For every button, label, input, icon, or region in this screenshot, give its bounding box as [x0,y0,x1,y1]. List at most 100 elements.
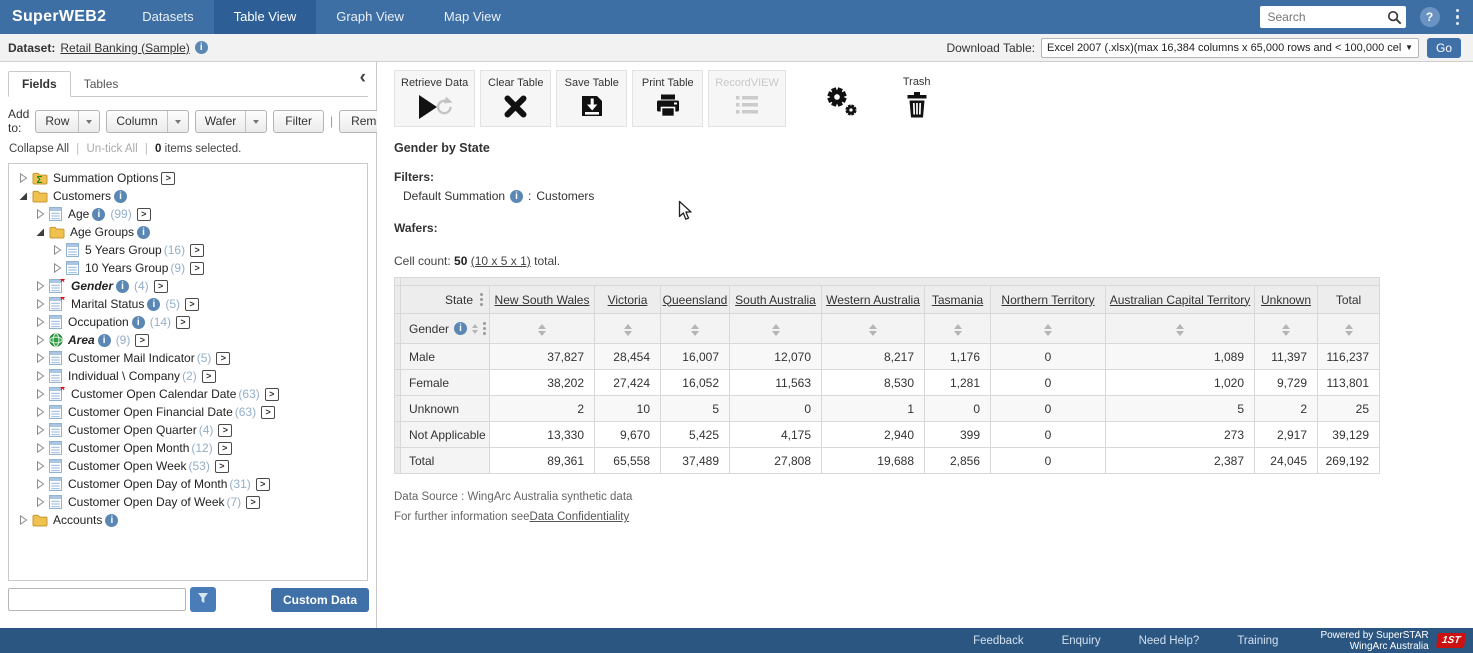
clear-table-button[interactable]: Clear Table [480,70,551,127]
field-action-icon[interactable]: > [218,442,232,455]
field-action-icon[interactable]: > [190,244,204,257]
info-icon[interactable]: i [92,208,105,221]
gender-info-icon[interactable]: i [454,322,467,335]
add-to-row-button[interactable]: Row [35,110,100,133]
expand-node-icon[interactable] [34,461,46,471]
tree-node-label[interactable]: Age [68,207,89,221]
cell-menu-icon[interactable] [483,322,486,335]
column-header-unknown[interactable]: Unknown [1255,286,1318,314]
expand-node-icon[interactable] [34,353,46,363]
tree-node-label[interactable]: Age Groups [70,225,134,239]
tree-node-label[interactable]: Customer Open Financial Date [68,405,233,419]
sort-toggle-icon[interactable] [869,320,877,340]
untick-all-link[interactable]: Un-tick All [87,143,138,155]
tree-node-label[interactable]: Gender [71,279,113,293]
column-header-victoria[interactable]: Victoria [595,286,661,314]
print-table-button[interactable]: Print Table [632,70,703,127]
field-action-icon[interactable]: > [190,262,204,275]
tree-node-label[interactable]: Occupation [68,315,129,329]
expand-node-icon[interactable] [34,371,46,381]
expand-node-icon[interactable] [34,299,46,309]
sort-toggle-icon[interactable] [772,320,780,340]
tree-node-label[interactable]: Customer Open Day of Month [68,477,227,491]
search-icon[interactable] [1384,10,1406,25]
field-action-icon[interactable]: > [265,388,279,401]
expand-node-icon[interactable] [51,263,63,273]
collapse-node-icon[interactable] [34,227,46,237]
expand-node-icon[interactable] [34,425,46,435]
help-icon[interactable]: ? [1420,7,1440,27]
sort-toggle-icon[interactable] [1044,320,1052,340]
sort-toggle-icon[interactable] [1176,320,1184,340]
summation-info-icon[interactable]: i [510,190,523,203]
expand-node-icon[interactable] [34,335,46,345]
collapse-node-icon[interactable] [17,191,29,201]
save-table-button[interactable]: Save Table [556,70,627,127]
nav-tab-datasets[interactable]: Datasets [122,0,213,34]
column-header-western-australia[interactable]: Western Australia [822,286,925,314]
table-options-gear-icon[interactable] [823,84,859,120]
footer-link-feedback[interactable]: Feedback [973,635,1024,647]
go-button[interactable]: Go [1427,38,1461,58]
nav-tab-table-view[interactable]: Table View [214,0,317,34]
tree-node-label[interactable]: 10 Years Group [85,261,168,275]
overflow-menu-icon[interactable] [1450,0,1473,34]
data-confidentiality-link[interactable]: Data Confidentiality [530,511,630,523]
field-action-icon[interactable]: > [246,496,260,509]
retrieve-data-button[interactable]: Retrieve Data [394,70,475,127]
expand-node-icon[interactable] [34,317,46,327]
expand-node-icon[interactable] [17,515,29,525]
tab-fields[interactable]: Fields [8,71,71,97]
nav-tab-graph-view[interactable]: Graph View [316,0,424,34]
tree-node-label[interactable]: Customers [53,189,111,203]
add-to-column-button[interactable]: Column [106,110,188,133]
dataset-info-icon[interactable]: i [195,41,208,54]
sort-toggle-icon[interactable] [472,321,478,337]
expand-node-icon[interactable] [34,389,46,399]
info-icon[interactable]: i [137,226,150,239]
field-action-icon[interactable]: > [154,280,168,293]
field-action-icon[interactable]: > [218,424,232,437]
row-dropdown-caret[interactable] [78,111,99,132]
field-action-icon[interactable]: > [215,460,229,473]
info-icon[interactable]: i [132,316,145,329]
custom-data-button[interactable]: Custom Data [271,588,369,612]
column-header-australian-capital-territory[interactable]: Australian Capital Territory [1106,286,1255,314]
tree-node-label[interactable]: 5 Years Group [85,243,162,257]
field-action-icon[interactable]: > [185,298,199,311]
search-input[interactable] [1260,10,1384,24]
info-icon[interactable]: i [98,334,111,347]
column-header-south-australia[interactable]: South Australia [730,286,822,314]
tree-node-label[interactable]: Individual \ Company [68,369,180,383]
footer-link-need-help[interactable]: Need Help? [1139,635,1200,647]
sort-toggle-icon[interactable] [538,320,546,340]
field-action-icon[interactable]: > [137,208,151,221]
cell-menu-icon[interactable] [480,293,483,306]
tree-node-label[interactable]: Area [68,333,95,347]
field-filter-button[interactable] [190,587,216,612]
expand-node-icon[interactable] [34,209,46,219]
expand-node-icon[interactable] [34,479,46,489]
field-action-icon[interactable]: > [176,316,190,329]
sort-toggle-icon[interactable] [954,320,962,340]
expand-node-icon[interactable] [17,173,29,183]
expand-node-icon[interactable] [34,497,46,507]
column-dropdown-caret[interactable] [167,111,188,132]
tree-node-label[interactable]: Customer Open Month [68,441,189,455]
field-action-icon[interactable]: > [161,172,175,185]
column-header-northern-territory[interactable]: Northern Territory [991,286,1106,314]
info-icon[interactable]: i [116,280,129,293]
info-icon[interactable]: i [114,190,127,203]
recordview-button[interactable]: RecordVIEW [708,70,786,127]
dataset-link[interactable]: Retail Banking (Sample) [60,41,189,55]
column-header-queensland[interactable]: Queensland [661,286,730,314]
filter-button[interactable]: Filter [273,110,324,133]
sort-toggle-icon[interactable] [1282,320,1290,340]
tree-node-label[interactable]: Marital Status [71,297,144,311]
collapse-all-link[interactable]: Collapse All [9,143,69,155]
expand-node-icon[interactable] [34,443,46,453]
tree-node-label[interactable]: Accounts [53,513,102,527]
field-action-icon[interactable]: > [202,370,216,383]
tree-node-label[interactable]: Customer Open Quarter [68,423,197,437]
add-to-wafer-button[interactable]: Wafer [195,110,268,133]
